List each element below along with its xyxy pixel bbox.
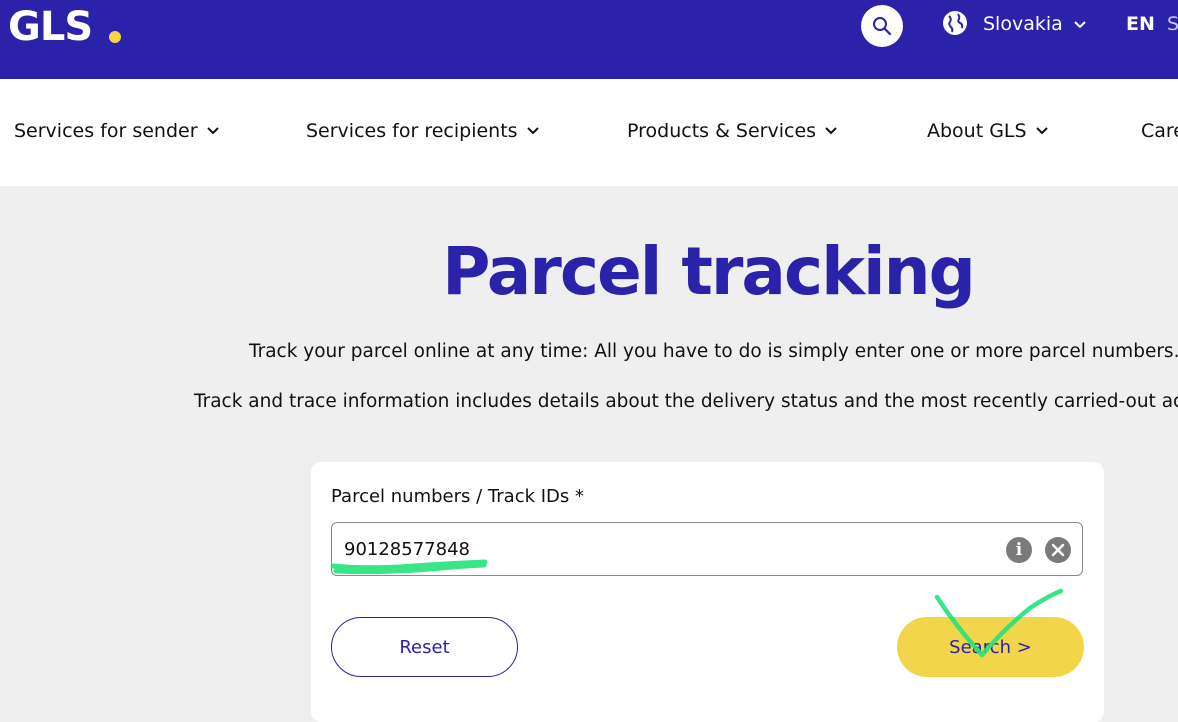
parcel-number-value[interactable]: 90128577848 (344, 538, 470, 562)
language-en[interactable]: EN (1126, 12, 1155, 36)
nav-label: Services for sender (14, 120, 198, 142)
info-icon[interactable]: i (1006, 537, 1032, 563)
logo-dot (109, 31, 121, 43)
search-button[interactable] (861, 5, 903, 47)
nav-services-for-sender[interactable]: Services for sender (14, 119, 220, 143)
chevron-down-icon (1035, 127, 1048, 135)
main-nav: Services for sender Services for recipie… (0, 79, 1178, 186)
page-title: Parcel tracking (442, 233, 976, 310)
parcel-numbers-label: Parcel numbers / Track IDs * (331, 486, 585, 507)
language-sk[interactable]: S (1167, 12, 1178, 36)
nav-about-gls[interactable]: About GLS (927, 119, 1049, 143)
chevron-down-icon[interactable] (1072, 17, 1088, 33)
globe-icon[interactable] (942, 10, 968, 36)
close-icon (1051, 543, 1065, 557)
nav-label: Products & Services (627, 120, 817, 142)
gls-logo[interactable]: GLS (8, 2, 93, 52)
country-selector[interactable]: Slovakia (983, 12, 1063, 36)
info-paragraph: Track and trace information includes det… (194, 391, 1178, 412)
chevron-down-icon (206, 127, 219, 135)
chevron-down-icon (825, 127, 837, 135)
clear-input-button[interactable] (1045, 537, 1071, 563)
intro-paragraph: Track your parcel online at any time: Al… (249, 341, 1178, 362)
nav-products-services[interactable]: Products & Services (627, 119, 838, 143)
nav-label: Care (1141, 120, 1178, 142)
nav-careers[interactable]: Care (1141, 119, 1178, 143)
nav-services-for-recipients[interactable]: Services for recipients (306, 119, 540, 143)
nav-label: Services for recipients (306, 120, 518, 142)
reset-button[interactable]: Reset (331, 617, 518, 677)
nav-label: About GLS (927, 120, 1027, 142)
search-submit-button[interactable]: Search > (897, 617, 1084, 677)
top-bar: GLS Slovakia EN S (0, 0, 1178, 79)
chevron-down-icon (526, 127, 539, 135)
search-icon (873, 17, 892, 36)
